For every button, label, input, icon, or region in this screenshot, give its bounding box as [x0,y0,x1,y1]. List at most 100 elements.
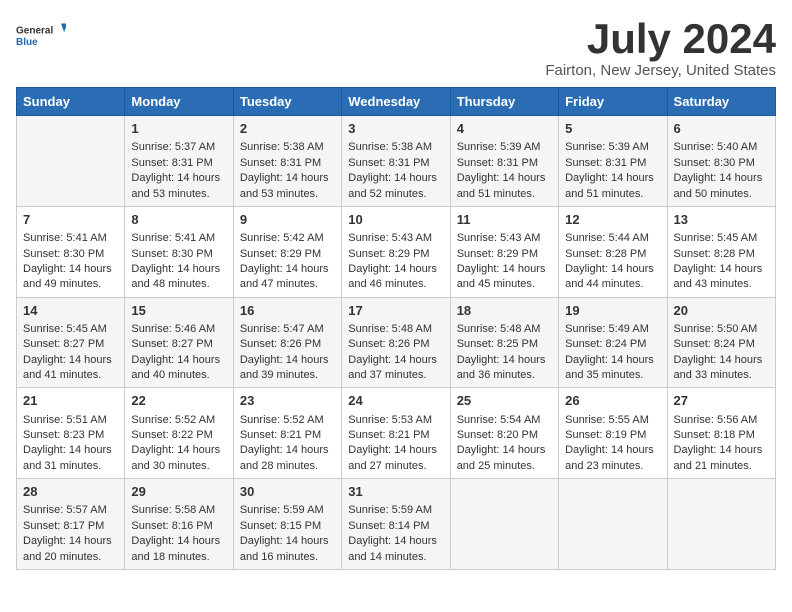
day-number: 28 [23,483,118,501]
day-number: 21 [23,392,118,410]
cell-text-line: Daylight: 14 hours [131,171,226,186]
calendar-cell [667,479,775,570]
weekday-header-friday: Friday [559,88,667,116]
calendar-cell: 25Sunrise: 5:54 AMSunset: 8:20 PMDayligh… [450,388,558,479]
calendar-cell: 12Sunrise: 5:44 AMSunset: 8:28 PMDayligh… [559,206,667,297]
cell-text-line: Daylight: 14 hours [674,353,769,368]
cell-text-line: Daylight: 14 hours [457,171,552,186]
cell-text-line: and 18 minutes. [131,550,226,565]
calendar-cell: 13Sunrise: 5:45 AMSunset: 8:28 PMDayligh… [667,206,775,297]
cell-text-line: Sunrise: 5:59 AM [240,503,335,518]
calendar-cell: 1Sunrise: 5:37 AMSunset: 8:31 PMDaylight… [125,116,233,207]
day-number: 8 [131,211,226,229]
weekday-header-tuesday: Tuesday [233,88,341,116]
cell-text-line: Sunset: 8:18 PM [674,428,769,443]
cell-text-line: Sunset: 8:30 PM [23,247,118,262]
day-number: 2 [240,120,335,138]
cell-text-line: Daylight: 14 hours [457,353,552,368]
calendar-cell: 31Sunrise: 5:59 AMSunset: 8:14 PMDayligh… [342,479,450,570]
cell-text-line: Sunset: 8:17 PM [23,519,118,534]
cell-text-line: Sunset: 8:30 PM [674,156,769,171]
calendar-cell: 28Sunrise: 5:57 AMSunset: 8:17 PMDayligh… [17,479,125,570]
calendar-cell [450,479,558,570]
calendar-cell: 4Sunrise: 5:39 AMSunset: 8:31 PMDaylight… [450,116,558,207]
calendar-cell: 29Sunrise: 5:58 AMSunset: 8:16 PMDayligh… [125,479,233,570]
cell-text-line: Daylight: 14 hours [240,353,335,368]
day-number: 19 [565,302,660,320]
calendar-cell: 19 Sunrise: 5:49 AMSunset: 8:24 PMDayligh… [559,297,667,388]
day-number: 4 [457,120,552,138]
weekday-header-monday: Monday [125,88,233,116]
cell-text-line: and 44 minutes. [565,277,660,292]
cell-text-line: and 47 minutes. [240,277,335,292]
cell-text-line: Sunrise: 5:41 AM [131,231,226,246]
cell-text-line: Sunset: 8:16 PM [131,519,226,534]
cell-text-line: Sunset: 8:31 PM [348,156,443,171]
day-number: 7 [23,211,118,229]
cell-text-line: Daylight: 14 hours [23,443,118,458]
calendar-cell: 9Sunrise: 5:42 AMSunset: 8:29 PMDaylight… [233,206,341,297]
calendar-week-row: 7Sunrise: 5:41 AMSunset: 8:30 PMDaylight… [17,206,776,297]
cell-text-line: Daylight: 14 hours [240,443,335,458]
cell-text-line: Sunset: 8:23 PM [23,428,118,443]
cell-text-line: Daylight: 14 hours [348,443,443,458]
day-number: 18 [457,302,552,320]
calendar-cell: 10Sunrise: 5:43 AMSunset: 8:29 PMDayligh… [342,206,450,297]
cell-text-line: Sunrise: 5:49 AM [565,322,660,337]
cell-text-line: and 25 minutes. [457,459,552,474]
cell-text-line: and 36 minutes. [457,368,552,383]
svg-text:Blue: Blue [16,37,38,48]
cell-text-line: Daylight: 14 hours [348,534,443,549]
cell-text-line: Daylight: 14 hours [565,353,660,368]
cell-text-line: Sunrise: 5:56 AM [674,413,769,428]
cell-text-line: Sunrise: 5:38 AM [240,140,335,155]
cell-text-line: Sunrise: 5:52 AM [240,413,335,428]
cell-text-line: Sunrise: 5:45 AM [674,231,769,246]
day-number: 9 [240,211,335,229]
calendar-cell: 27Sunrise: 5:56 AMSunset: 8:18 PMDayligh… [667,388,775,479]
cell-text-line: Sunset: 8:19 PM [565,428,660,443]
cell-text-line: Sunset: 8:28 PM [674,247,769,262]
cell-text-line: and 21 minutes. [674,459,769,474]
cell-text-line: and 52 minutes. [348,187,443,202]
calendar-cell: 20Sunrise: 5:50 AMSunset: 8:24 PMDayligh… [667,297,775,388]
cell-text-line: Sunrise: 5:46 AM [131,322,226,337]
cell-text-line: Daylight: 14 hours [457,262,552,277]
cell-text-line: Sunset: 8:27 PM [131,337,226,352]
day-number: 29 [131,483,226,501]
weekday-header-wednesday: Wednesday [342,88,450,116]
cell-text-line: Daylight: 14 hours [457,443,552,458]
day-number: 22 [131,392,226,410]
calendar-week-row: 1Sunrise: 5:37 AMSunset: 8:31 PMDaylight… [17,116,776,207]
calendar-cell: 23Sunrise: 5:52 AMSunset: 8:21 PMDayligh… [233,388,341,479]
cell-text-line: Daylight: 14 hours [23,534,118,549]
cell-text-line: and 39 minutes. [240,368,335,383]
logo: General Blue [16,16,66,56]
day-number: 13 [674,211,769,229]
cell-text-line: Sunrise: 5:48 AM [457,322,552,337]
cell-text-line: Sunrise: 5:42 AM [240,231,335,246]
cell-text-line: and 51 minutes. [565,187,660,202]
cell-text-line: Daylight: 14 hours [240,171,335,186]
calendar-week-row: 28Sunrise: 5:57 AMSunset: 8:17 PMDayligh… [17,479,776,570]
cell-text-line: Daylight: 14 hours [131,534,226,549]
day-number: 25 [457,392,552,410]
weekday-header-saturday: Saturday [667,88,775,116]
cell-text-line: Daylight: 14 hours [240,534,335,549]
cell-text-line: Sunset: 8:26 PM [348,337,443,352]
weekday-header-thursday: Thursday [450,88,558,116]
cell-text-line: and 23 minutes. [565,459,660,474]
cell-text-line: Sunset: 8:31 PM [457,156,552,171]
location-subtitle: Fairton, New Jersey, United States [545,62,776,79]
calendar-cell: 11Sunrise: 5:43 AMSunset: 8:29 PMDayligh… [450,206,558,297]
cell-text-line: Sunset: 8:24 PM [565,337,660,352]
cell-text-line: Daylight: 14 hours [240,262,335,277]
cell-text-line: Sunset: 8:27 PM [23,337,118,352]
calendar-cell: 8Sunrise: 5:41 AMSunset: 8:30 PMDaylight… [125,206,233,297]
calendar-cell: 15Sunrise: 5:46 AMSunset: 8:27 PMDayligh… [125,297,233,388]
day-number: 11 [457,211,552,229]
cell-text-line: and 27 minutes. [348,459,443,474]
cell-text-line: Sunset: 8:30 PM [131,247,226,262]
cell-text-line: Sunset: 8:31 PM [240,156,335,171]
cell-text-line: Daylight: 14 hours [565,262,660,277]
